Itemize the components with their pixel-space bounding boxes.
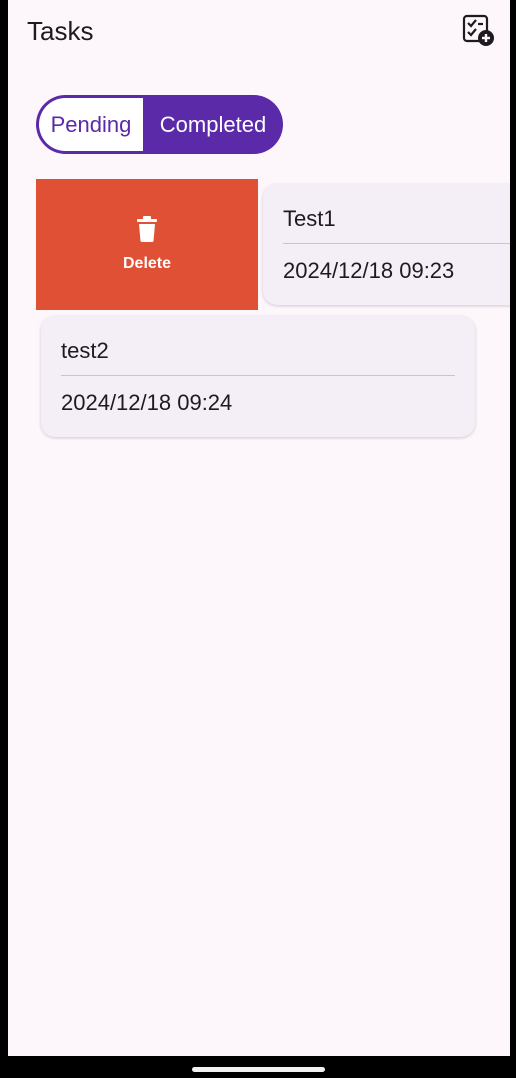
trash-icon <box>136 216 158 247</box>
home-indicator[interactable] <box>192 1067 325 1072</box>
divider <box>283 243 510 244</box>
add-task-button[interactable] <box>458 12 498 52</box>
task-card[interactable]: test2 2024/12/18 09:24 <box>41 316 475 437</box>
task-date: 2024/12/18 09:23 <box>283 258 455 283</box>
divider <box>61 375 455 376</box>
task-title: test2 <box>61 338 109 363</box>
app-screen: Tasks Pending Completed Delete Test1 202… <box>8 0 510 1056</box>
task-date: 2024/12/18 09:24 <box>61 390 233 415</box>
delete-swipe-action[interactable]: Delete <box>36 179 258 310</box>
status-toggle: Pending Completed <box>36 95 283 154</box>
task-title: Test1 <box>283 206 336 231</box>
add-task-icon <box>461 13 495 52</box>
tab-completed[interactable]: Completed <box>143 95 283 154</box>
task-card[interactable]: Test1 2024/12/18 09:23 <box>263 184 510 305</box>
tab-pending[interactable]: Pending <box>39 98 143 151</box>
delete-label: Delete <box>122 255 172 272</box>
page-title: Tasks <box>27 16 94 46</box>
